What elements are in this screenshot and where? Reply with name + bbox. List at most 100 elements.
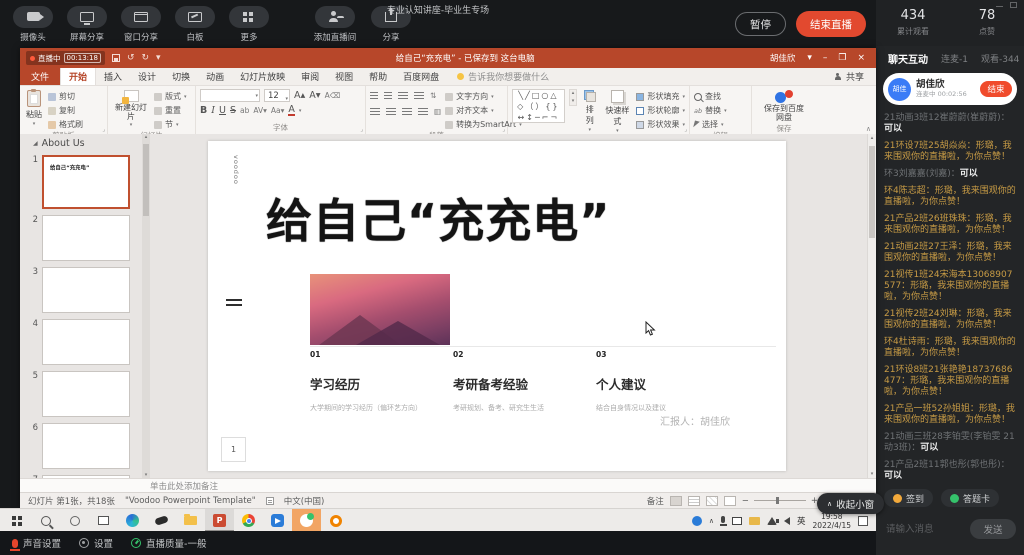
slide-thumbnail[interactable] — [42, 319, 130, 365]
topbar-tool-button[interactable]: 白板 — [172, 6, 218, 43]
tray-app-icon[interactable] — [692, 516, 702, 526]
shapes-scroll[interactable]: ▴▾ — [569, 89, 578, 106]
increase-font-icon[interactable]: A▴ — [294, 90, 305, 101]
shape-outline-button[interactable]: 形状轮廓▾ — [636, 105, 685, 116]
file-explorer-button[interactable] — [176, 509, 205, 532]
dialog-launcher-icon[interactable]: ⌟ — [684, 126, 687, 133]
chat-tab[interactable]: 观看-344 — [981, 52, 1019, 65]
font-name-select[interactable]: ▾ — [200, 89, 260, 102]
replace-button[interactable]: ab替换▾ — [694, 105, 727, 116]
share-button[interactable]: 共享 — [834, 68, 876, 85]
collapse-window-button[interactable]: ∧ 收起小窗 — [817, 493, 884, 514]
volume-icon[interactable] — [784, 517, 790, 525]
slide-thumbnail[interactable]: 给自己“充充电” — [42, 155, 130, 209]
text-shadow-icon[interactable]: ab — [240, 105, 249, 116]
ribbon-tab[interactable]: 审阅 — [293, 68, 327, 85]
chat-tab[interactable]: 聊天互动 — [888, 51, 928, 66]
ribbon-tab[interactable]: 文件 — [20, 68, 60, 85]
font-size-select[interactable]: 12▾ — [264, 89, 290, 102]
chat-input[interactable] — [884, 523, 964, 536]
start-button[interactable] — [2, 509, 31, 532]
slide-canvas[interactable]: voodoo 给自己“充充电” 01 学习经历 大学期间的学习经历（偏环艺方向） — [208, 141, 786, 471]
end-mic-button[interactable]: 结束 — [980, 81, 1012, 97]
reading-view-icon[interactable] — [706, 496, 718, 506]
quick-styles-button[interactable]: 快速样式 ▾ — [602, 89, 632, 134]
hidden-icons-chevron[interactable]: ∧ — [709, 517, 714, 525]
spellcheck-icon[interactable] — [266, 497, 274, 505]
powerpoint-app-button[interactable]: P — [205, 509, 234, 532]
language-indicator[interactable]: 中文(中国) — [284, 495, 325, 507]
slide-sorter-view-icon[interactable] — [688, 496, 700, 506]
tray-mic-icon[interactable] — [721, 516, 725, 523]
format-painter-button[interactable]: 格式刷 — [48, 119, 83, 130]
minimize-icon[interactable]: – — [823, 53, 828, 63]
reset-button[interactable]: 重置 — [154, 105, 187, 116]
ribbon-options-icon[interactable]: ▾ — [807, 53, 812, 63]
change-case-icon[interactable]: Aa▾ — [271, 105, 285, 116]
send-button[interactable]: 发送 — [970, 519, 1016, 539]
arrange-button[interactable]: 排列 ▾ — [581, 89, 598, 133]
copy-button[interactable]: 复制 — [48, 105, 83, 116]
chat-tab[interactable]: 连麦-1 — [941, 52, 968, 65]
save-to-baidu-button[interactable]: 保存到百度网盘 — [760, 89, 808, 123]
ribbon-tab[interactable]: 视图 — [327, 68, 361, 85]
section-button[interactable]: 节 ▾ — [154, 119, 187, 130]
pause-button[interactable]: 暂停 — [735, 12, 786, 36]
slide-thumbnail[interactable] — [42, 215, 130, 261]
ribbon-tab[interactable]: 设计 — [130, 68, 164, 85]
ribbon-tab[interactable]: 动画 — [198, 68, 232, 85]
tray-folder-icon[interactable] — [749, 517, 760, 525]
slide-scrollbar[interactable]: ▴ ▾ — [867, 134, 876, 478]
bullets-icon[interactable] — [370, 92, 378, 100]
slide-title[interactable]: 给自己“充充电” — [266, 185, 610, 251]
zoom-out-icon[interactable]: − — [742, 496, 749, 506]
thumbnail-scrollbar[interactable]: ▴ ▾ — [142, 134, 150, 478]
action-center-icon[interactable] — [858, 516, 868, 526]
slide-photo[interactable] — [310, 274, 450, 345]
restore-icon[interactable]: ❐ — [838, 53, 846, 63]
strikethrough-icon[interactable]: S — [230, 105, 236, 116]
scrollbar-thumb[interactable] — [869, 146, 875, 238]
settings-button[interactable]: 设置 — [79, 536, 113, 550]
notes-pane[interactable]: 单击此处添加备注 — [20, 478, 876, 492]
align-center-icon[interactable] — [386, 108, 396, 116]
scrollbar-thumb[interactable] — [143, 144, 149, 216]
char-spacing-icon[interactable]: AV▾ — [253, 105, 267, 116]
dialog-launcher-icon[interactable]: ⌟ — [102, 126, 105, 133]
dialog-launcher-icon[interactable]: ⌟ — [502, 126, 505, 133]
ribbon-tab[interactable]: 切换 — [164, 68, 198, 85]
end-live-button[interactable]: 结束直播 — [796, 11, 866, 37]
ribbon-tab[interactable]: 开始 — [60, 68, 96, 85]
underline-icon[interactable]: U — [219, 105, 226, 116]
undo-icon[interactable]: ↺ — [127, 53, 135, 63]
justify-icon[interactable] — [418, 108, 428, 116]
new-slide-button[interactable]: 新建幻灯片 ▾ — [112, 89, 150, 128]
cortana-button[interactable] — [60, 509, 89, 532]
topbar-tool-button[interactable]: 摄像头 — [10, 6, 56, 43]
section-header[interactable]: ◢ About Us — [20, 138, 140, 149]
redo-icon[interactable]: ↻ — [142, 53, 150, 63]
ribbon-tab[interactable]: 插入 — [96, 68, 130, 85]
paste-button[interactable]: 粘贴 ▾ — [24, 89, 44, 127]
minimize-icon[interactable] — [996, 2, 1003, 7]
shape-fill-button[interactable]: 形状填充▾ — [636, 91, 685, 102]
cut-button[interactable]: 剪切 — [48, 91, 83, 102]
scroll-up-icon[interactable]: ▴ — [868, 135, 876, 141]
quiz-card-button[interactable]: 答题卡 — [941, 489, 999, 507]
normal-view-icon[interactable] — [670, 496, 682, 506]
scroll-up-icon[interactable]: ▴ — [142, 134, 150, 140]
topbar-tool-button[interactable]: 屏幕分享 — [64, 6, 110, 43]
dialog-launcher-icon[interactable]: ⌟ — [360, 126, 363, 133]
tray-display-icon[interactable] — [732, 517, 742, 525]
input-language-indicator[interactable]: 英 — [797, 515, 806, 527]
checkin-button[interactable]: 签到 — [884, 489, 933, 507]
orange-app-button[interactable] — [321, 509, 350, 532]
collapse-ribbon-icon[interactable]: ∧ — [866, 125, 871, 133]
find-button[interactable]: 查找 — [694, 91, 727, 102]
topbar-tool-button[interactable]: 更多 — [226, 6, 272, 43]
blue-app-button[interactable] — [263, 509, 292, 532]
edge-app-button[interactable] — [118, 509, 147, 532]
slide-thumbnail[interactable] — [42, 371, 130, 417]
clear-format-icon[interactable]: A⌫ — [325, 90, 341, 101]
ribbon-tab[interactable]: 幻灯片放映 — [232, 68, 293, 85]
